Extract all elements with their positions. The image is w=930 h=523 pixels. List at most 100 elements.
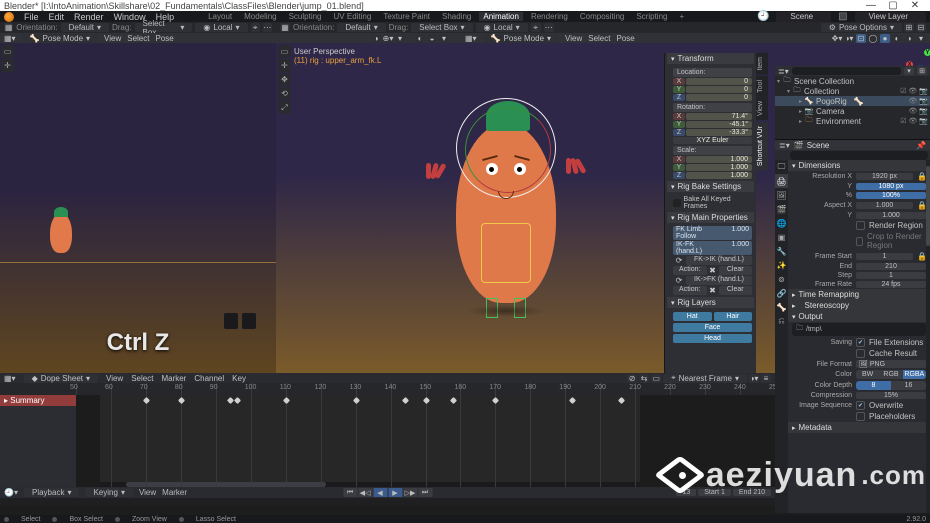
viewport-left[interactable]: ▭ ✛ Ctrl Z bbox=[0, 43, 276, 373]
maximize-button[interactable]: ▢ bbox=[882, 0, 904, 11]
ws-uvediting[interactable]: UV Editing bbox=[330, 12, 376, 21]
mode-dropdown[interactable]: 🦴 Pose Mode ▾ bbox=[22, 34, 98, 43]
np-rigbake-header[interactable]: Rig Bake Settings bbox=[667, 181, 754, 192]
scene-browse-icon[interactable]: 🕘 bbox=[754, 11, 772, 22]
cursor-tool-icon-2[interactable]: ▦ bbox=[280, 23, 290, 32]
ws-add[interactable]: + bbox=[675, 12, 688, 21]
pose-options-dropdown[interactable]: ⚙ Pose Options ▾ bbox=[821, 23, 902, 32]
hdr-opt-3[interactable]: ▾ bbox=[395, 34, 405, 43]
ptab-viewlayer[interactable]: 🖼 bbox=[775, 188, 788, 202]
ws-texpaint[interactable]: Texture Paint bbox=[379, 12, 434, 21]
prev-key-button[interactable]: ◀◁ bbox=[358, 488, 372, 497]
scene-picker[interactable]: Scene bbox=[776, 12, 831, 22]
np-scale-z[interactable]: 1.000 bbox=[686, 172, 752, 179]
np-loc-y[interactable]: 0 bbox=[686, 86, 752, 93]
dope-menu-marker[interactable]: Marker bbox=[161, 374, 186, 383]
overlay-toggle[interactable]: ◑▾ bbox=[844, 34, 854, 43]
props-search[interactable] bbox=[790, 151, 928, 160]
npanel-tab-item[interactable]: Item bbox=[756, 53, 768, 75]
np-ikfk-clear2[interactable]: Clear bbox=[719, 286, 753, 295]
npanel-tab-tool[interactable]: Tool bbox=[756, 76, 768, 97]
res-x-field[interactable]: 1920 px bbox=[856, 173, 913, 180]
frame-rate-field[interactable]: 24 fps bbox=[856, 281, 926, 288]
pivot-dropdown-2[interactable]: ◉ Local ▾ bbox=[476, 23, 528, 32]
cursor-tool-icon[interactable]: ▦ bbox=[4, 23, 13, 32]
mode-menu-pose[interactable]: Pose bbox=[155, 34, 173, 43]
np-limb-follow[interactable]: 1.000 bbox=[724, 226, 752, 240]
file-format-field[interactable]: 🖼 PNG bbox=[856, 360, 926, 368]
ptab-constraints[interactable]: 🔗 bbox=[775, 286, 788, 300]
np-fkik-action[interactable]: Action: bbox=[673, 266, 707, 275]
ws-modeling[interactable]: Modeling bbox=[240, 12, 280, 21]
riglayer-head[interactable]: Head bbox=[673, 334, 752, 343]
compression-field[interactable]: 15% bbox=[856, 392, 926, 399]
ws-scripting[interactable]: Scripting bbox=[632, 12, 671, 21]
close-button[interactable]: ✕ bbox=[904, 0, 926, 11]
aspect-x-field[interactable]: 1.000 bbox=[856, 202, 913, 209]
hdr-opt-1[interactable]: ◑ bbox=[371, 34, 381, 43]
ol-collection[interactable]: ▾🗀Collection ☑👁📷 bbox=[775, 86, 930, 96]
menu-edit[interactable]: Edit bbox=[49, 12, 65, 22]
np-fkik-clear[interactable]: Clear bbox=[719, 266, 753, 275]
dope-menu-key[interactable]: Key bbox=[232, 374, 246, 383]
shading-solid[interactable]: ● bbox=[880, 34, 890, 43]
pp-metadata-header[interactable]: Metadata bbox=[788, 422, 930, 433]
shading-wireframe[interactable]: ◯ bbox=[868, 34, 878, 43]
ol-item-camera[interactable]: ▸📷Camera 👁 📷 bbox=[775, 106, 930, 116]
ol-scene-collection[interactable]: ▾🗀Scene Collection bbox=[775, 76, 930, 86]
summary-channel[interactable]: ▸ Summary bbox=[0, 395, 76, 406]
snap-icon-2[interactable]: ⌖ bbox=[531, 23, 541, 32]
tl-opt-2[interactable]: ⇆ bbox=[639, 374, 649, 383]
frame-start-field[interactable]: Start 1 bbox=[698, 489, 731, 496]
play-rev-button[interactable]: ◀ bbox=[373, 488, 387, 497]
np-riglayers-header[interactable]: Rig Layers bbox=[667, 297, 754, 308]
np-rot-y[interactable]: -45.1° bbox=[686, 121, 752, 128]
dope-menu-select[interactable]: Select bbox=[131, 374, 153, 383]
np-rigmain-header[interactable]: Rig Main Properties bbox=[667, 212, 754, 223]
eye-icon[interactable]: 👁 bbox=[908, 87, 917, 95]
outliner-search[interactable] bbox=[792, 67, 901, 75]
color-rgb[interactable]: RGB bbox=[879, 370, 902, 379]
np-loc-z[interactable]: 0 bbox=[686, 94, 752, 101]
tl-opt-4[interactable]: ◑▾ bbox=[749, 374, 759, 383]
np-fk-to-ik-btn[interactable]: FK->IK (hand.L) bbox=[686, 256, 752, 265]
dope-type-dropdown[interactable]: ◆ Dope Sheet ▾ bbox=[24, 374, 98, 383]
hdr-opt-6[interactable]: ▾ bbox=[439, 34, 449, 43]
props-type-icon[interactable]: ≣▾ bbox=[779, 141, 790, 150]
current-frame-field[interactable]: 13 bbox=[676, 489, 696, 496]
np-scale-x[interactable]: 1.000 bbox=[686, 156, 752, 163]
ws-animation[interactable]: Animation bbox=[479, 12, 523, 21]
tl-opt-3[interactable]: ▭ bbox=[651, 374, 661, 383]
toggle-1[interactable]: ⊞ bbox=[904, 23, 914, 32]
timeline-body[interactable]: ▸ Summary bbox=[0, 395, 775, 487]
np-rot-z[interactable]: -33.3° bbox=[686, 129, 752, 136]
editor-type-icon-2[interactable]: ▦▾ bbox=[465, 34, 477, 43]
dope-editor-icon[interactable]: ▦▾ bbox=[4, 374, 16, 383]
tlf-editor-icon[interactable]: 🕘▾ bbox=[4, 488, 18, 497]
dope-menu-view[interactable]: View bbox=[106, 374, 123, 383]
np-ikfk-action2[interactable]: Action: bbox=[673, 286, 707, 295]
ptab-modifiers[interactable]: 🔧 bbox=[775, 244, 788, 258]
jump-start-button[interactable]: ⏮ bbox=[343, 488, 357, 497]
tl-opt-5[interactable]: ≡ bbox=[761, 374, 771, 383]
cache-result-chk[interactable] bbox=[856, 349, 865, 358]
ptab-object[interactable]: ▣ bbox=[775, 230, 788, 244]
editor-type-icon[interactable]: ▦▾ bbox=[4, 34, 16, 43]
render-region-chk[interactable] bbox=[856, 221, 865, 230]
ws-sculpting[interactable]: Sculpting bbox=[285, 12, 326, 21]
orientation-dropdown[interactable]: Default ▾ bbox=[61, 23, 109, 32]
gizmo-toggle[interactable]: ✥▾ bbox=[832, 34, 842, 43]
depth-16[interactable]: 16 bbox=[891, 381, 926, 390]
checkbox-icon[interactable]: ☑ bbox=[900, 87, 906, 95]
propedit-icon-2[interactable]: ⋯ bbox=[544, 23, 554, 32]
outliner-new-collection-icon[interactable]: ⊞ bbox=[917, 67, 927, 75]
pp-output-header[interactable]: Output bbox=[788, 311, 930, 322]
dope-menu-channel[interactable]: Channel bbox=[194, 374, 224, 383]
np-bake-all-chk[interactable]: Bake All Keyed Frames bbox=[673, 196, 752, 210]
tlf-menu-view[interactable]: View bbox=[139, 488, 156, 497]
ol-item-pogorig[interactable]: ▸🦴PogoRig 🦴 👁 📷 bbox=[775, 96, 930, 106]
snap-icon[interactable]: ⌖ bbox=[251, 23, 260, 32]
ptab-output[interactable]: 🖨 bbox=[775, 174, 788, 188]
riglayer-face[interactable]: Face bbox=[673, 323, 752, 332]
outliner-filter-icon[interactable]: ▾ bbox=[904, 67, 914, 75]
